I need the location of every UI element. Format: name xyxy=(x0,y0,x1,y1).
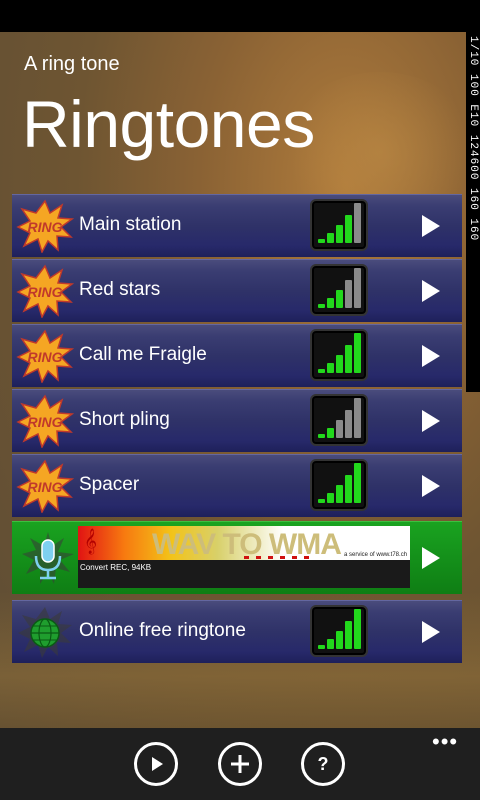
meter-bar xyxy=(345,280,352,308)
ring-burst-icon: RING xyxy=(16,264,74,318)
svg-text:?: ? xyxy=(318,754,329,774)
meter-bar xyxy=(345,410,352,438)
svg-text:RING: RING xyxy=(28,219,63,235)
banner-dashes xyxy=(244,556,314,559)
ring-burst-icon: RING xyxy=(16,199,74,253)
play-icon[interactable] xyxy=(422,215,440,237)
ringtone-label: Call me Fraigle xyxy=(79,344,207,365)
meter-bar xyxy=(354,398,361,438)
meter-bar xyxy=(354,203,361,243)
add-icon xyxy=(231,755,249,773)
app-bar: ? ••• xyxy=(0,728,480,800)
meter-bar xyxy=(327,428,334,438)
play-icon[interactable] xyxy=(422,621,440,643)
banner-service: a service of www.t78.ch xyxy=(344,552,408,558)
meter-bar xyxy=(354,333,361,373)
meter-bar xyxy=(327,493,334,503)
volume-meter xyxy=(310,199,368,251)
meter-bar xyxy=(345,345,352,373)
play-icon[interactable] xyxy=(422,410,440,432)
meter-bar xyxy=(318,434,325,438)
svg-text:RING: RING xyxy=(28,414,63,430)
meter-bar xyxy=(336,290,343,308)
svg-text:RING: RING xyxy=(28,284,63,300)
volume-meter xyxy=(310,394,368,446)
banner-subtitle: Convert REC, 94KB xyxy=(80,563,152,572)
ring-burst-icon: RING xyxy=(16,459,74,513)
ring-burst-icon: RING xyxy=(16,394,74,448)
meter-bar xyxy=(336,631,343,649)
status-bar xyxy=(0,0,480,32)
meter-bar xyxy=(327,298,334,308)
ringtone-label: Main station xyxy=(79,214,182,235)
online-ringtone-row[interactable]: Online free ringtone xyxy=(12,600,462,663)
play-icon xyxy=(152,757,163,771)
meter-bar xyxy=(318,645,325,649)
volume-meter xyxy=(310,329,368,381)
play-icon[interactable] xyxy=(422,280,440,302)
meter-bar xyxy=(345,475,352,503)
help-button[interactable]: ? xyxy=(301,742,345,786)
ringtone-label: Red stars xyxy=(79,279,161,300)
meter-bar xyxy=(318,304,325,308)
meter-bar xyxy=(327,233,334,243)
meter-bar xyxy=(354,609,361,649)
svg-text:RING: RING xyxy=(28,349,63,365)
globe-icon xyxy=(18,607,72,658)
meter-bar xyxy=(345,621,352,649)
ringtone-row[interactable]: RING Call me Fraigle xyxy=(12,324,462,387)
meter-bar xyxy=(336,355,343,373)
volume-meter xyxy=(310,605,368,657)
ringtone-row[interactable]: RING Spacer xyxy=(12,454,462,517)
ringtone-row[interactable]: RING Short pling xyxy=(12,389,462,452)
ringtone-list: RING Main station RING Red stars RING Ca… xyxy=(12,194,462,665)
meter-bar xyxy=(336,420,343,438)
meter-bar xyxy=(354,463,361,503)
volume-meter xyxy=(310,264,368,316)
help-icon: ? xyxy=(318,754,329,774)
meter-bar xyxy=(336,485,343,503)
music-clef-icon: 𝄞 xyxy=(84,528,98,553)
meter-bar xyxy=(345,215,352,243)
app-title: A ring tone xyxy=(24,53,120,75)
meter-bar xyxy=(318,499,325,503)
meter-bar xyxy=(336,225,343,243)
meter-bar xyxy=(318,239,325,243)
ringtone-label: Online free ringtone xyxy=(79,620,246,641)
ringtone-row[interactable]: RING Main station xyxy=(12,194,462,257)
ring-burst-icon: RING xyxy=(16,329,74,383)
play-icon[interactable] xyxy=(422,475,440,497)
ringtone-row[interactable]: RING Red stars xyxy=(12,259,462,322)
play-button[interactable] xyxy=(134,742,178,786)
add-button[interactable] xyxy=(218,742,262,786)
meter-bar xyxy=(327,363,334,373)
volume-meter xyxy=(310,459,368,511)
meter-bar xyxy=(354,268,361,308)
meter-bar xyxy=(327,639,334,649)
meter-bar xyxy=(318,369,325,373)
side-strip-text: 1/10 100 E10 124600 160 160 xyxy=(467,36,479,242)
ringtone-label: Short pling xyxy=(79,409,170,430)
promo-banner[interactable]: 𝄞 WAV TO WMA a service of www.t78.ch Con… xyxy=(78,526,410,588)
page-title: Ringtones xyxy=(22,87,315,161)
microphone-icon xyxy=(22,532,74,584)
more-icon[interactable]: ••• xyxy=(432,731,458,753)
play-icon[interactable] xyxy=(422,547,440,569)
promo-row-wav-to-wma[interactable]: 𝄞 WAV TO WMA a service of www.t78.ch Con… xyxy=(12,521,462,594)
ringtone-label: Spacer xyxy=(79,474,140,495)
svg-text:RING: RING xyxy=(28,479,63,495)
play-icon[interactable] xyxy=(422,345,440,367)
